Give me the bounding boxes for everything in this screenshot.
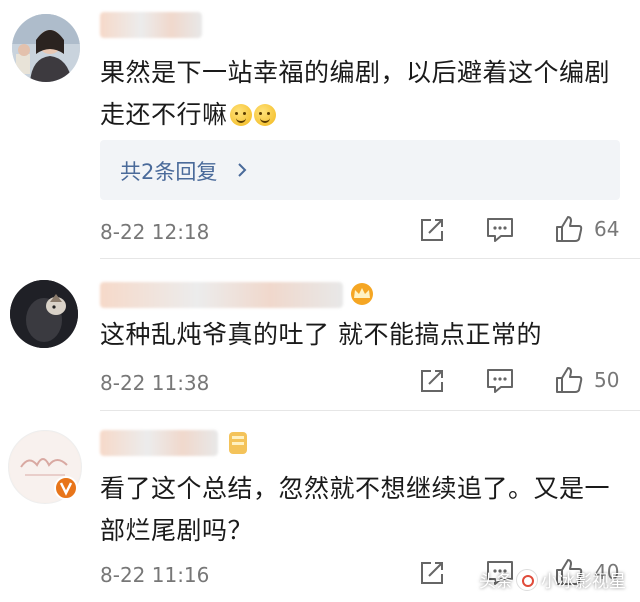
comment-button[interactable]	[486, 368, 514, 394]
comment-icon	[487, 369, 513, 393]
view-replies-button[interactable]: 共2条回复	[100, 140, 620, 200]
comment-item-1: 果然是下一站幸福的编剧，以后避着这个编剧走还不行嘛 共2条回复 8-22 12:…	[0, 0, 640, 250]
avatar-photo	[10, 280, 78, 348]
username-blurred[interactable]	[100, 12, 202, 38]
like-button[interactable]: 50	[554, 365, 619, 395]
comment-timestamp: 8-22 11:38	[100, 371, 210, 395]
username-blurred[interactable]	[100, 430, 218, 456]
comment-text: 看了这个总结，忽然就不想继续追了。又是一部烂尾剧吗？	[100, 474, 611, 545]
comment-text: 这种乱炖爷真的吐了 就不能搞点正常的	[100, 320, 542, 349]
comment-text: 果然是下一站幸福的编剧，以后避着这个编剧走还不行嘛	[100, 58, 611, 129]
emoji-smile-icon	[253, 104, 276, 126]
thumbs-up-icon	[556, 216, 583, 242]
emoji-sweat-icon	[229, 104, 252, 126]
comment-timestamp: 8-22 11:16	[100, 563, 210, 587]
comment-button[interactable]	[486, 217, 514, 243]
share-button[interactable]	[419, 368, 445, 394]
level-badge-icon	[229, 432, 247, 454]
avatar-photo	[12, 14, 80, 82]
watermark-account: 小冰影视星	[541, 572, 626, 592]
watermark-source: 头条	[479, 572, 513, 592]
replies-count-label: 共2条回复	[120, 160, 218, 184]
share-icon	[421, 562, 443, 584]
share-button[interactable]	[419, 560, 445, 586]
share-button[interactable]	[419, 217, 445, 243]
comment-item-2: 这种乱炖爷真的吐了 就不能搞点正常的 8-22 11:38 50	[0, 258, 640, 408]
like-count: 50	[594, 368, 620, 392]
watermark-logo-icon	[516, 568, 538, 591]
thumbs-up-icon	[556, 367, 583, 393]
crown-badge-icon	[351, 283, 373, 305]
avatar[interactable]	[12, 14, 80, 82]
share-icon	[421, 370, 443, 392]
like-count: 64	[594, 217, 620, 241]
like-button[interactable]: 64	[554, 214, 619, 244]
share-icon	[421, 219, 443, 241]
comment-icon	[487, 218, 513, 242]
username-blurred[interactable]	[100, 282, 343, 308]
watermark: 头条 小冰影视星	[479, 567, 626, 592]
verified-badge-icon	[54, 476, 78, 500]
avatar[interactable]	[10, 280, 78, 348]
comment-timestamp: 8-22 12:18	[100, 220, 210, 244]
chevron-right-icon	[238, 163, 247, 177]
